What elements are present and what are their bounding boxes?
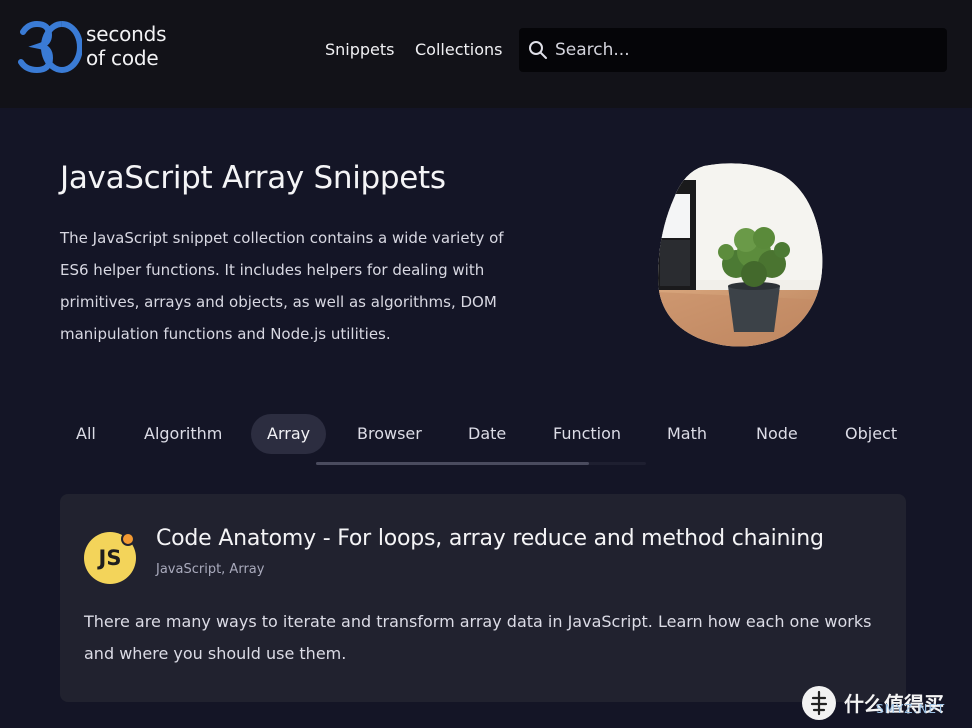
tag-all[interactable]: All xyxy=(60,414,112,454)
tag-algorithm[interactable]: Algorithm xyxy=(128,414,238,454)
search-input[interactable] xyxy=(555,28,935,72)
tag-node[interactable]: Node xyxy=(740,414,814,454)
watermark-logo-icon xyxy=(802,686,836,720)
nav-collections-link[interactable]: Collections xyxy=(415,39,502,61)
page-description: The JavaScript snippet collection contai… xyxy=(60,229,504,343)
js-language-icon: JS xyxy=(84,532,136,584)
watermark-glyph-icon xyxy=(810,690,828,716)
watermark-subtext: SMYZ.NET xyxy=(876,702,946,716)
site-header: seconds of code Snippets Collections xyxy=(0,0,972,108)
logo-wordmark: seconds of code xyxy=(86,22,167,70)
tag-scrollbar-thumb[interactable] xyxy=(316,462,589,465)
nav-snippets-link[interactable]: Snippets xyxy=(325,39,395,61)
tag-function[interactable]: Function xyxy=(537,414,637,454)
snippet-title-link[interactable]: Code Anatomy - For loops, array reduce a… xyxy=(156,526,896,551)
site-logo[interactable]: seconds of code xyxy=(18,20,178,76)
tag-scrollbar[interactable] xyxy=(316,462,646,465)
tag-math[interactable]: Math xyxy=(651,414,723,454)
watermark: 什么值得买 SMYZ.NET xyxy=(800,684,970,724)
logo-line-2: of code xyxy=(86,46,159,70)
tag-array[interactable]: Array xyxy=(251,414,327,454)
snippet-tags: JavaScript, Array xyxy=(156,562,265,577)
snippet-card: JS Code Anatomy - For loops, array reduc… xyxy=(60,494,906,702)
tag-filter-bar: All Algorithm Array Browser Date Functio… xyxy=(60,412,920,456)
search-icon xyxy=(529,41,547,59)
tag-browser[interactable]: Browser xyxy=(341,414,438,454)
badge-dot-icon xyxy=(121,532,135,546)
search-box[interactable] xyxy=(519,28,947,72)
logo-30-icon xyxy=(18,20,82,74)
page-title: JavaScript Array Snippets xyxy=(60,160,446,196)
logo-line-1: seconds xyxy=(86,22,167,46)
snippet-description: There are many ways to iterate and trans… xyxy=(84,612,872,663)
tag-object[interactable]: Object xyxy=(829,414,913,454)
hero-plant-illustration xyxy=(658,163,823,347)
tag-date[interactable]: Date xyxy=(452,414,522,454)
